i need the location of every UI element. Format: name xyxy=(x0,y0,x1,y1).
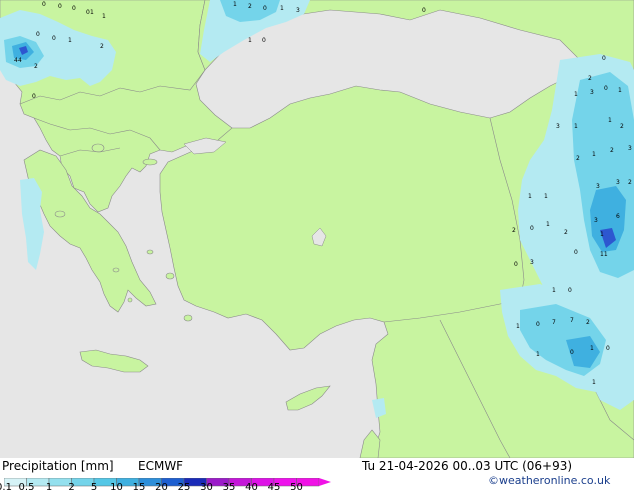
precip-value-label: 1 xyxy=(248,37,252,44)
precip-value-label: 11 xyxy=(600,251,608,258)
precip-value-label: 1 xyxy=(528,193,532,200)
precip-value-label: 0 xyxy=(262,37,266,44)
precip-value-label: 1 xyxy=(608,117,612,124)
precip-value-label: 0 xyxy=(263,5,267,12)
precip-value-label: 0 xyxy=(602,55,606,62)
precip-value-label: 0 xyxy=(422,7,426,14)
precip-value-label: 3 xyxy=(594,217,598,224)
precip-value-label: 6 xyxy=(616,213,620,220)
precip-value-label: 1 xyxy=(280,5,284,12)
precip-value-label: 0 xyxy=(32,93,36,100)
model-name: ECMWF xyxy=(138,459,184,473)
scale-tick: 15 xyxy=(132,482,146,493)
precip-value-label: 1 xyxy=(600,231,604,238)
scale-tick: 2 xyxy=(68,482,75,493)
scale-tick: 5 xyxy=(90,482,98,493)
scale-tick: 20 xyxy=(155,482,168,493)
precip-value-label: 2 xyxy=(100,43,104,50)
precip-value-label: 2 xyxy=(586,319,590,326)
precip-value-label: 3 xyxy=(616,179,620,186)
precip-value-label: 3 xyxy=(556,123,560,130)
precip-value-label: 3 xyxy=(596,183,600,190)
precip-value-label: 2 xyxy=(610,147,614,154)
precip-value-label: 1 xyxy=(592,379,596,386)
precip-value-label: 2 xyxy=(620,123,624,130)
precip-value-label: 3 xyxy=(628,145,632,152)
precip-value-label: 1 xyxy=(574,123,578,130)
scale-tick: 35 xyxy=(222,482,236,493)
scale-tick: 25 xyxy=(177,482,191,493)
precip-value-label: 2 xyxy=(588,75,592,82)
precip-value-label: 0 xyxy=(604,85,608,92)
scale-tick: 1 xyxy=(45,482,53,493)
precip-value-label: 0 xyxy=(514,261,518,268)
precip-value-label: 0 xyxy=(58,3,62,10)
precip-value-label: 2 xyxy=(512,227,516,234)
scale-tick: 10 xyxy=(110,482,123,493)
precip-value-label: 3 xyxy=(296,7,300,14)
precip-value-label: 0 xyxy=(36,31,40,38)
precip-value-label: 0 xyxy=(530,225,534,232)
precip-value-label: 0 xyxy=(72,5,76,12)
precip-value-label: 1 xyxy=(233,1,237,8)
precip-value-label: 3 xyxy=(590,89,594,96)
scale-arrow xyxy=(319,478,331,486)
scale-tick: 0.1 xyxy=(0,482,12,493)
scale-tick: 30 xyxy=(200,482,213,493)
precip-value-label: 7 xyxy=(570,317,574,324)
scale-tick: 45 xyxy=(267,482,281,493)
precip-value-label: 1 xyxy=(544,193,548,200)
precip-value-label: 0 xyxy=(574,249,578,256)
precip-value-label: 7 xyxy=(552,319,556,326)
precip-value-label: 3 xyxy=(530,259,534,266)
precip-value-label: 1 xyxy=(546,221,550,228)
precip-value-label: 0 xyxy=(606,345,610,352)
precip-value-label: 1 xyxy=(590,345,594,352)
precip-value-label: 0 xyxy=(568,287,572,294)
precip-value-label: 1 xyxy=(618,87,622,94)
map-canvas: 41 2 0 1 31 00 0 0010012142000230 113 11212 3233 26… xyxy=(0,0,634,458)
precip-value-label: 1 xyxy=(574,91,578,98)
credit-link[interactable]: ©weatheronline.co.uk xyxy=(488,474,610,488)
precip-value-label: 1 xyxy=(516,323,520,330)
precip-value-label: 2 xyxy=(34,63,38,70)
scale-tick: 40 xyxy=(245,482,258,493)
precip-value-label: 1 xyxy=(552,287,556,294)
precip-value-label: 0 xyxy=(570,349,574,356)
scale-tick: 50 xyxy=(290,482,303,493)
precip-value-label: 1 xyxy=(102,13,106,20)
precip-value-label: 1 xyxy=(68,37,72,44)
map-title: Precipitation [mm] xyxy=(2,459,114,473)
precip-value-label: 0 xyxy=(536,321,540,328)
validity-time: Tu 21-04-2026 00..03 UTC (06+93) xyxy=(362,459,573,473)
footer-bar: Precipitation [mm] ECMWF Tu 21-04-2026 0… xyxy=(0,458,634,493)
precip-value-label: 2 xyxy=(248,3,252,10)
precip-value-label: 2 xyxy=(576,155,580,162)
precipitation-map: 4120131000001001214200023011311212323326… xyxy=(0,0,634,458)
precip-value-label: 0 xyxy=(42,1,46,8)
precip-value-label: 0 xyxy=(52,35,56,42)
color-scale: 0.10.5125101520253035404550 xyxy=(0,473,334,493)
precip-value-label: 4 xyxy=(14,57,18,64)
precip-value-label: 4 xyxy=(18,57,22,64)
precip-value-label: 1 xyxy=(592,151,596,158)
precip-value-label: 1 xyxy=(536,351,540,358)
precip-value-label: 2 xyxy=(564,229,568,236)
precip-value-label: 1 xyxy=(90,9,94,16)
precip-value-label: 2 xyxy=(628,179,632,186)
scale-tick: 0.5 xyxy=(18,482,35,493)
color-scale-bar xyxy=(3,477,331,487)
